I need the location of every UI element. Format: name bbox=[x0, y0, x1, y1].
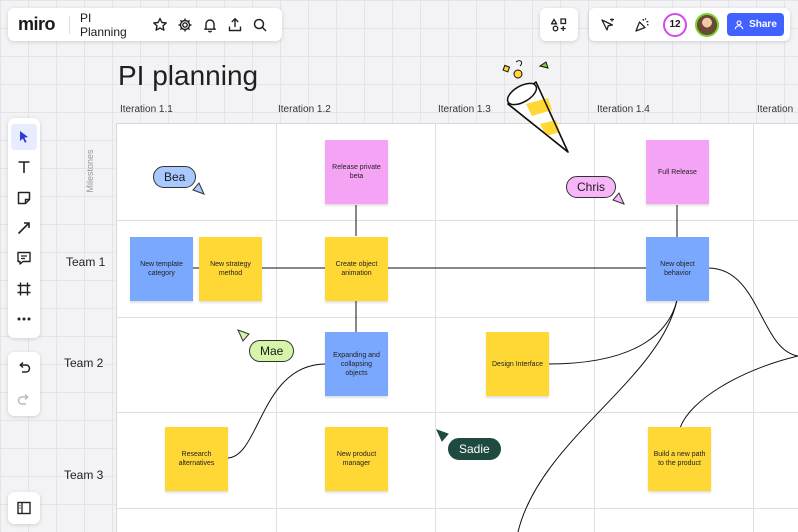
cursor-pointer-icon bbox=[237, 329, 250, 342]
cursor-label-chris: Chris bbox=[566, 176, 617, 198]
cursor-pointer-icon bbox=[436, 429, 449, 442]
cursor-label-sadie: Sadie bbox=[448, 438, 501, 460]
sticky-note[interactable]: Create object animation bbox=[325, 237, 388, 301]
sticky-note[interactable]: Research alternatives bbox=[165, 427, 228, 491]
sticky-note[interactable]: New strategy method bbox=[199, 237, 262, 301]
sticky-note[interactable]: Release private beta bbox=[325, 140, 388, 204]
sticky-note[interactable]: New object behavior bbox=[646, 237, 709, 301]
sticky-note[interactable]: Design Interface bbox=[486, 332, 549, 396]
sticky-note[interactable]: New product manager bbox=[325, 427, 388, 491]
cursor-pointer-icon bbox=[192, 182, 205, 195]
sticky-note[interactable]: New template category bbox=[130, 237, 193, 301]
sticky-note[interactable]: Build a new path to the product bbox=[648, 427, 711, 491]
sticky-note[interactable]: Full Release bbox=[646, 140, 709, 204]
party-hat-icon bbox=[502, 60, 569, 153]
cursor-label-mae: Mae bbox=[249, 340, 295, 362]
sticky-note[interactable]: Expanding and collapsing objects bbox=[325, 332, 388, 396]
cursor-pointer-icon bbox=[612, 192, 625, 205]
